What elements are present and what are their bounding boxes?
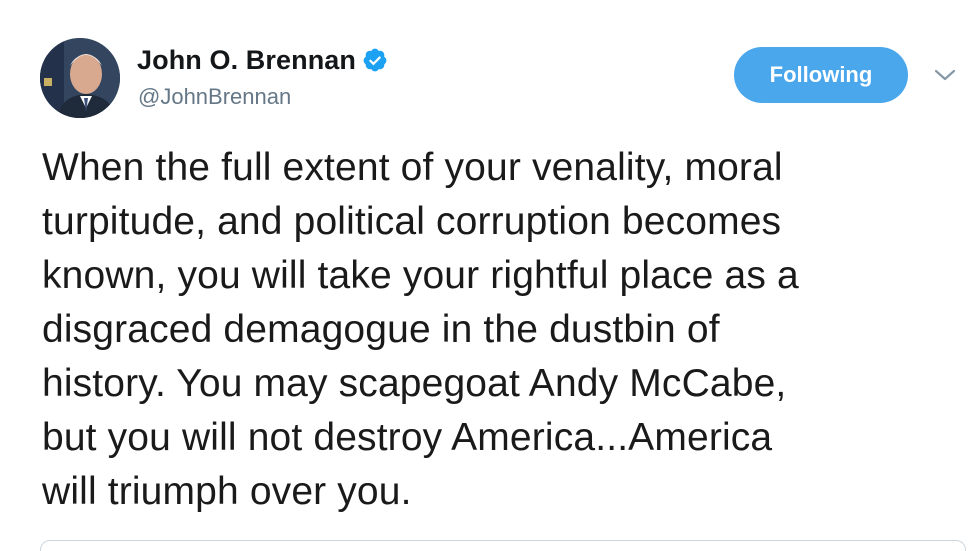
author-display-name[interactable]: John O. Brennan	[137, 45, 356, 76]
following-button[interactable]: Following	[734, 47, 908, 103]
verified-badge-icon	[362, 47, 388, 73]
author-handle[interactable]: @JohnBrennan	[138, 84, 291, 110]
avatar[interactable]	[40, 38, 120, 118]
chevron-down-icon[interactable]	[933, 66, 957, 84]
avatar-image	[40, 38, 120, 118]
quoted-card-edge	[40, 540, 966, 551]
author-name-row: John O. Brennan	[137, 44, 388, 76]
tweet-card: John O. Brennan @JohnBrennan Following W…	[0, 0, 980, 551]
tweet-text: When the full extent of your venality, m…	[42, 146, 799, 513]
